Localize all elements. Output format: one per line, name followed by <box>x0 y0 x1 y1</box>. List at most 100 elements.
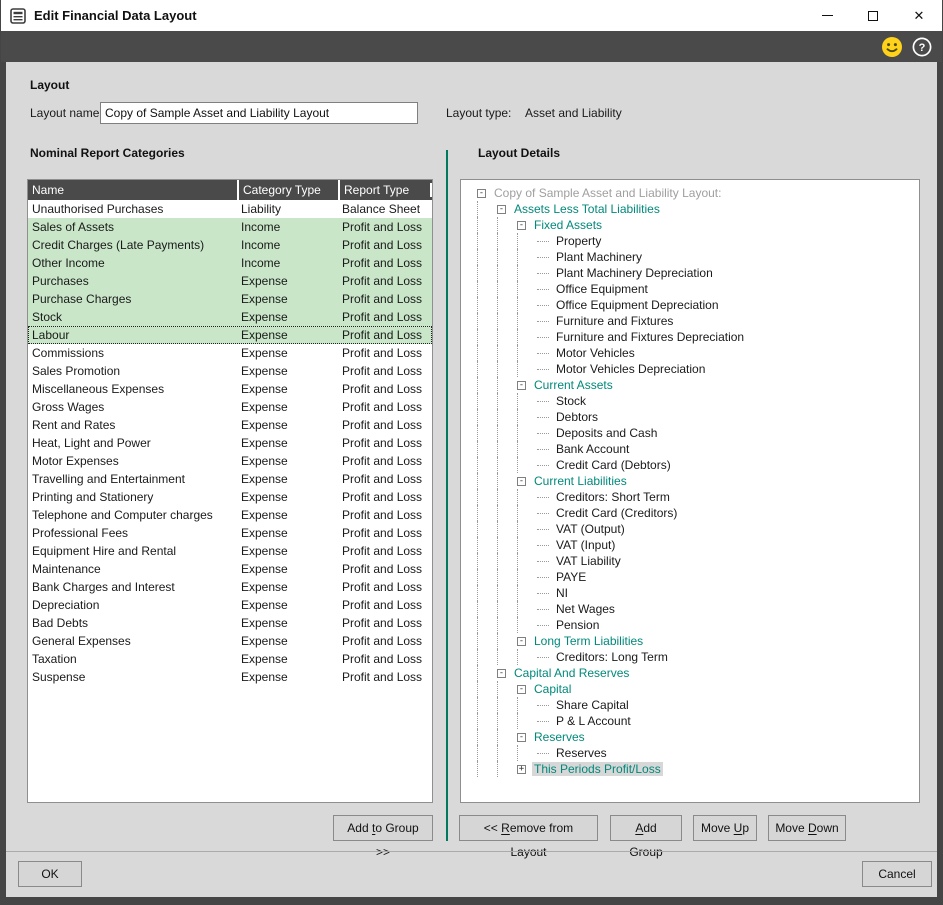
tree-item[interactable]: Office Equipment <box>469 281 915 297</box>
tree-guide-line <box>517 745 537 761</box>
tree-item[interactable]: -Current Assets <box>469 377 915 393</box>
tree-guide-line <box>497 217 517 233</box>
close-button[interactable]: ✕ <box>896 0 942 31</box>
table-row[interactable]: PurchasesExpenseProfit and Loss <box>28 272 432 290</box>
table-row[interactable]: Printing and StationeryExpenseProfit and… <box>28 488 432 506</box>
tree-collapse-icon[interactable]: - <box>517 221 526 230</box>
table-row[interactable]: StockExpenseProfit and Loss <box>28 308 432 326</box>
table-row[interactable]: General ExpensesExpenseProfit and Loss <box>28 632 432 650</box>
add-to-group-button[interactable]: Add to Group >> <box>333 815 433 841</box>
table-row[interactable]: CommissionsExpenseProfit and Loss <box>28 344 432 362</box>
tree-item[interactable]: VAT (Output) <box>469 521 915 537</box>
table-row[interactable]: Bad DebtsExpenseProfit and Loss <box>28 614 432 632</box>
tree-item[interactable]: -Fixed Assets <box>469 217 915 233</box>
tree-collapse-icon[interactable]: - <box>517 477 526 486</box>
tree-item[interactable]: Creditors: Long Term <box>469 649 915 665</box>
move-up-button[interactable]: Move Up <box>693 815 757 841</box>
remove-from-layout-button[interactable]: << Remove from Layout <box>459 815 598 841</box>
cancel-button[interactable]: Cancel <box>862 861 932 887</box>
tree-item[interactable]: Credit Card (Creditors) <box>469 505 915 521</box>
tree-collapse-icon[interactable]: - <box>517 381 526 390</box>
column-header-category-type[interactable]: Category Type <box>237 180 338 200</box>
tree-item-label: Capital And Reserves <box>512 666 631 680</box>
table-row[interactable]: Equipment Hire and RentalExpenseProfit a… <box>28 542 432 560</box>
table-row[interactable]: Professional FeesExpenseProfit and Loss <box>28 524 432 542</box>
move-down-button[interactable]: Move Down <box>768 815 846 841</box>
tree-item[interactable]: P & L Account <box>469 713 915 729</box>
tree-item[interactable]: Plant Machinery <box>469 249 915 265</box>
table-row[interactable]: Telephone and Computer chargesExpensePro… <box>28 506 432 524</box>
tree-item[interactable]: Creditors: Short Term <box>469 489 915 505</box>
tree-item[interactable]: -Reserves <box>469 729 915 745</box>
tree-collapse-icon[interactable]: - <box>517 685 526 694</box>
table-row[interactable]: Other IncomeIncomeProfit and Loss <box>28 254 432 272</box>
tree-item[interactable]: Deposits and Cash <box>469 425 915 441</box>
table-row[interactable]: Motor ExpensesExpenseProfit and Loss <box>28 452 432 470</box>
table-row[interactable]: DepreciationExpenseProfit and Loss <box>28 596 432 614</box>
tree-item[interactable]: NI <box>469 585 915 601</box>
tree-connector <box>537 753 549 754</box>
tree-item[interactable]: Net Wages <box>469 601 915 617</box>
tree-expand-icon[interactable]: + <box>517 765 526 774</box>
tree-collapse-icon[interactable]: - <box>497 669 506 678</box>
table-row[interactable]: Bank Charges and InterestExpenseProfit a… <box>28 578 432 596</box>
tree-connector <box>537 417 549 418</box>
tree-collapse-icon[interactable]: - <box>477 189 486 198</box>
tree-item[interactable]: Share Capital <box>469 697 915 713</box>
table-row[interactable]: Purchase ChargesExpenseProfit and Loss <box>28 290 432 308</box>
table-row[interactable]: Rent and RatesExpenseProfit and Loss <box>28 416 432 434</box>
column-header-name[interactable]: Name <box>28 180 237 200</box>
tree-item[interactable]: Motor Vehicles <box>469 345 915 361</box>
table-row[interactable]: Travelling and EntertainmentExpenseProfi… <box>28 470 432 488</box>
maximize-button[interactable] <box>850 0 896 31</box>
table-row[interactable]: LabourExpenseProfit and Loss <box>28 326 432 344</box>
minimize-button[interactable] <box>804 0 850 31</box>
table-cell: Expense <box>237 452 338 470</box>
table-row[interactable]: Heat, Light and PowerExpenseProfit and L… <box>28 434 432 452</box>
tree-item[interactable]: Furniture and Fixtures <box>469 313 915 329</box>
tree-item[interactable]: Debtors <box>469 409 915 425</box>
tree-item[interactable]: VAT (Input) <box>469 537 915 553</box>
tree-item[interactable]: -Current Liabilities <box>469 473 915 489</box>
tree-item[interactable]: -Capital And Reserves <box>469 665 915 681</box>
tree-collapse-icon[interactable]: - <box>517 733 526 742</box>
tree-guide-line <box>477 489 497 505</box>
tree-item[interactable]: Plant Machinery Depreciation <box>469 265 915 281</box>
tree-guide-line <box>477 457 497 473</box>
tree-item[interactable]: -Long Term Liabilities <box>469 633 915 649</box>
tree-item[interactable]: Pension <box>469 617 915 633</box>
table-row[interactable]: Sales PromotionExpenseProfit and Loss <box>28 362 432 380</box>
tree-collapse-icon[interactable]: - <box>517 637 526 646</box>
column-header-report-type[interactable]: Report Type <box>338 180 432 200</box>
tree-item[interactable]: Stock <box>469 393 915 409</box>
layout-name-input[interactable] <box>100 102 418 124</box>
table-row[interactable]: Gross WagesExpenseProfit and Loss <box>28 398 432 416</box>
ok-button[interactable]: OK <box>18 861 82 887</box>
tree-item[interactable]: +This Periods Profit/Loss <box>469 761 915 777</box>
table-row[interactable]: Credit Charges (Late Payments)IncomeProf… <box>28 236 432 254</box>
tree-item[interactable]: Reserves <box>469 745 915 761</box>
tree-item[interactable]: -Copy of Sample Asset and Liability Layo… <box>469 185 915 201</box>
tree-item[interactable]: -Assets Less Total Liabilities <box>469 201 915 217</box>
table-row[interactable]: MaintenanceExpenseProfit and Loss <box>28 560 432 578</box>
tree-item[interactable]: Credit Card (Debtors) <box>469 457 915 473</box>
tree-item[interactable]: Furniture and Fixtures Depreciation <box>469 329 915 345</box>
table-row[interactable]: TaxationExpenseProfit and Loss <box>28 650 432 668</box>
tree-item[interactable]: Bank Account <box>469 441 915 457</box>
smiley-feedback-button[interactable] <box>881 36 903 58</box>
tree-item-label: Reserves <box>554 746 609 760</box>
tree-item[interactable]: Office Equipment Depreciation <box>469 297 915 313</box>
help-button[interactable]: ? <box>912 37 932 57</box>
table-row[interactable]: Miscellaneous ExpensesExpenseProfit and … <box>28 380 432 398</box>
table-row[interactable]: Unauthorised PurchasesLiabilityBalance S… <box>28 200 432 218</box>
add-group-button[interactable]: Add Group <box>610 815 682 841</box>
tree-item[interactable]: Motor Vehicles Depreciation <box>469 361 915 377</box>
table-row[interactable]: Sales of AssetsIncomeProfit and Loss <box>28 218 432 236</box>
tree-item[interactable]: PAYE <box>469 569 915 585</box>
tree-collapse-icon[interactable]: - <box>497 205 506 214</box>
tree-item[interactable]: -Capital <box>469 681 915 697</box>
tree-item[interactable]: VAT Liability <box>469 553 915 569</box>
tree-item[interactable]: Property <box>469 233 915 249</box>
table-row[interactable]: SuspenseExpenseProfit and Loss <box>28 668 432 686</box>
categories-table: Name Category Type Report Type Unauthori… <box>27 179 433 803</box>
